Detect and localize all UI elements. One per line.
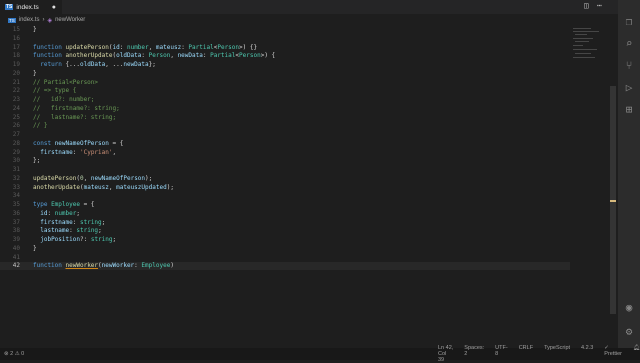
line-code: return {...oldData, ...newData}; bbox=[40, 61, 156, 68]
line-code: } bbox=[33, 69, 37, 77]
line-number: 34 bbox=[12, 192, 20, 200]
problems-indicator[interactable]: ⊗ 2 ⚠ 0 bbox=[4, 351, 24, 357]
line-code: function updatePerson(id: number, mateus… bbox=[33, 43, 258, 51]
tab-index-ts[interactable]: TS index.ts ● bbox=[0, 0, 62, 14]
line-number: 38 bbox=[12, 227, 20, 235]
encoding[interactable]: UTF-8 bbox=[495, 345, 508, 363]
line-number: 25 bbox=[12, 113, 20, 121]
tab-label: index.ts bbox=[16, 3, 39, 11]
line-code: const newNameOfPerson = { bbox=[33, 139, 124, 147]
line-number: 33 bbox=[12, 183, 20, 191]
line-number: 35 bbox=[12, 201, 20, 208]
tab-bar: TS index.ts ● ◫ ⋯ bbox=[0, 0, 618, 14]
line-code: id: number; bbox=[40, 209, 81, 217]
scrollbar-marker bbox=[610, 200, 616, 202]
line-number: 32 bbox=[12, 174, 20, 182]
line-number: 37 bbox=[12, 218, 20, 226]
code-line[interactable]: 42 function newWorker(newWorker: Employee… bbox=[0, 262, 570, 271]
line-number: 36 bbox=[12, 209, 20, 217]
line-code: anotherUpdate(mateusz, mateuszUpdated); bbox=[33, 183, 174, 191]
line-code: // lastname?: string; bbox=[33, 113, 117, 121]
code-editor[interactable]: 15} 16 17 function updatePerson(id: number,… bbox=[0, 26, 608, 346]
line-code: }; bbox=[33, 157, 41, 165]
line-code: } bbox=[33, 244, 37, 252]
line-number: 40 bbox=[12, 244, 20, 252]
extensions-icon[interactable]: ⊞ bbox=[623, 104, 635, 116]
line-number: 22 bbox=[12, 87, 20, 95]
breadcrumb-file[interactable]: index.ts bbox=[19, 17, 40, 23]
line-code: jobPosition?: string; bbox=[40, 236, 117, 243]
notifications-bell-icon[interactable]: 🔔︎ bbox=[633, 345, 640, 363]
line-code: // id?: number; bbox=[33, 96, 95, 103]
line-number: 27 bbox=[12, 131, 20, 138]
minimap[interactable] bbox=[573, 26, 603, 66]
line-number: 24 bbox=[12, 104, 20, 112]
breadcrumb: TS index.ts › ◈ newWorker bbox=[0, 15, 85, 25]
line-code: // => type { bbox=[33, 87, 77, 95]
end-of-line[interactable]: CRLF bbox=[519, 345, 533, 363]
line-code: // firstname?: string; bbox=[33, 104, 120, 112]
line-number: 20 bbox=[12, 69, 20, 77]
search-icon[interactable]: ⌕ bbox=[623, 38, 635, 50]
line-number: 17 bbox=[12, 43, 20, 51]
more-actions-icon[interactable]: ⋯ bbox=[597, 1, 602, 10]
ts-version[interactable]: 4.2.3 bbox=[581, 345, 593, 363]
line-code: function newWorker(newWorker: Employee) bbox=[33, 262, 174, 270]
line-code: updatePerson(0, newNameOfPerson); bbox=[33, 174, 153, 182]
line-code: function anotherUpdate(oldData: Person, … bbox=[33, 52, 276, 60]
editor-actions: ◫ ⋯ bbox=[584, 1, 602, 10]
run-debug-icon[interactable]: ▷ bbox=[623, 82, 635, 94]
line-code: } bbox=[33, 26, 37, 33]
line-code: // } bbox=[33, 122, 48, 130]
line-code: firstname: 'Cyprian', bbox=[40, 148, 117, 156]
line-number: 16 bbox=[12, 34, 20, 42]
prettier-status[interactable]: ✓ Prettier bbox=[604, 345, 622, 363]
line-number: 18 bbox=[12, 52, 20, 60]
line-number: 30 bbox=[12, 157, 20, 165]
split-editor-icon[interactable]: ◫ bbox=[584, 1, 589, 10]
line-number: 21 bbox=[12, 78, 20, 86]
line-number: 29 bbox=[12, 148, 20, 156]
line-number: 39 bbox=[12, 236, 20, 243]
typescript-file-icon: TS bbox=[5, 4, 14, 10]
cursor-position[interactable]: Ln 42, Col 39 bbox=[438, 345, 453, 363]
unsaved-dot-icon[interactable]: ● bbox=[52, 4, 56, 11]
activity-bar: ❐ ⌕ ⑂ ▷ ⊞ ◉ ⚙ bbox=[618, 0, 640, 348]
line-number: 31 bbox=[12, 166, 20, 173]
indentation[interactable]: Spaces: 2 bbox=[464, 345, 484, 363]
source-control-icon[interactable]: ⑂ bbox=[623, 60, 635, 72]
breadcrumb-separator: › bbox=[42, 17, 45, 23]
line-number: 28 bbox=[12, 139, 20, 147]
explorer-icon[interactable]: ❐ bbox=[623, 16, 635, 28]
settings-gear-icon[interactable]: ⚙ bbox=[623, 326, 635, 338]
status-bar: ⊗ 2 ⚠ 0 Ln 42, Col 39 Spaces: 2 UTF-8 CR… bbox=[0, 345, 640, 363]
line-number: 41 bbox=[12, 253, 20, 261]
line-number: 23 bbox=[12, 96, 20, 103]
line-number: 15 bbox=[12, 26, 20, 33]
function-symbol-icon: ◈ bbox=[47, 17, 53, 24]
line-number: 42 bbox=[12, 262, 20, 270]
typescript-file-icon: TS bbox=[8, 17, 16, 23]
line-number: 26 bbox=[12, 122, 20, 130]
line-code: type Employee = { bbox=[33, 201, 95, 208]
line-code: // Partial<Person> bbox=[33, 78, 99, 86]
line-code: firstname: string; bbox=[40, 218, 106, 226]
language-mode[interactable]: TypeScript bbox=[544, 345, 570, 363]
breadcrumb-symbol[interactable]: newWorker bbox=[55, 17, 85, 23]
account-icon[interactable]: ◉ bbox=[623, 302, 635, 314]
line-code: lastname: string; bbox=[40, 227, 102, 235]
line-number: 19 bbox=[12, 61, 20, 68]
